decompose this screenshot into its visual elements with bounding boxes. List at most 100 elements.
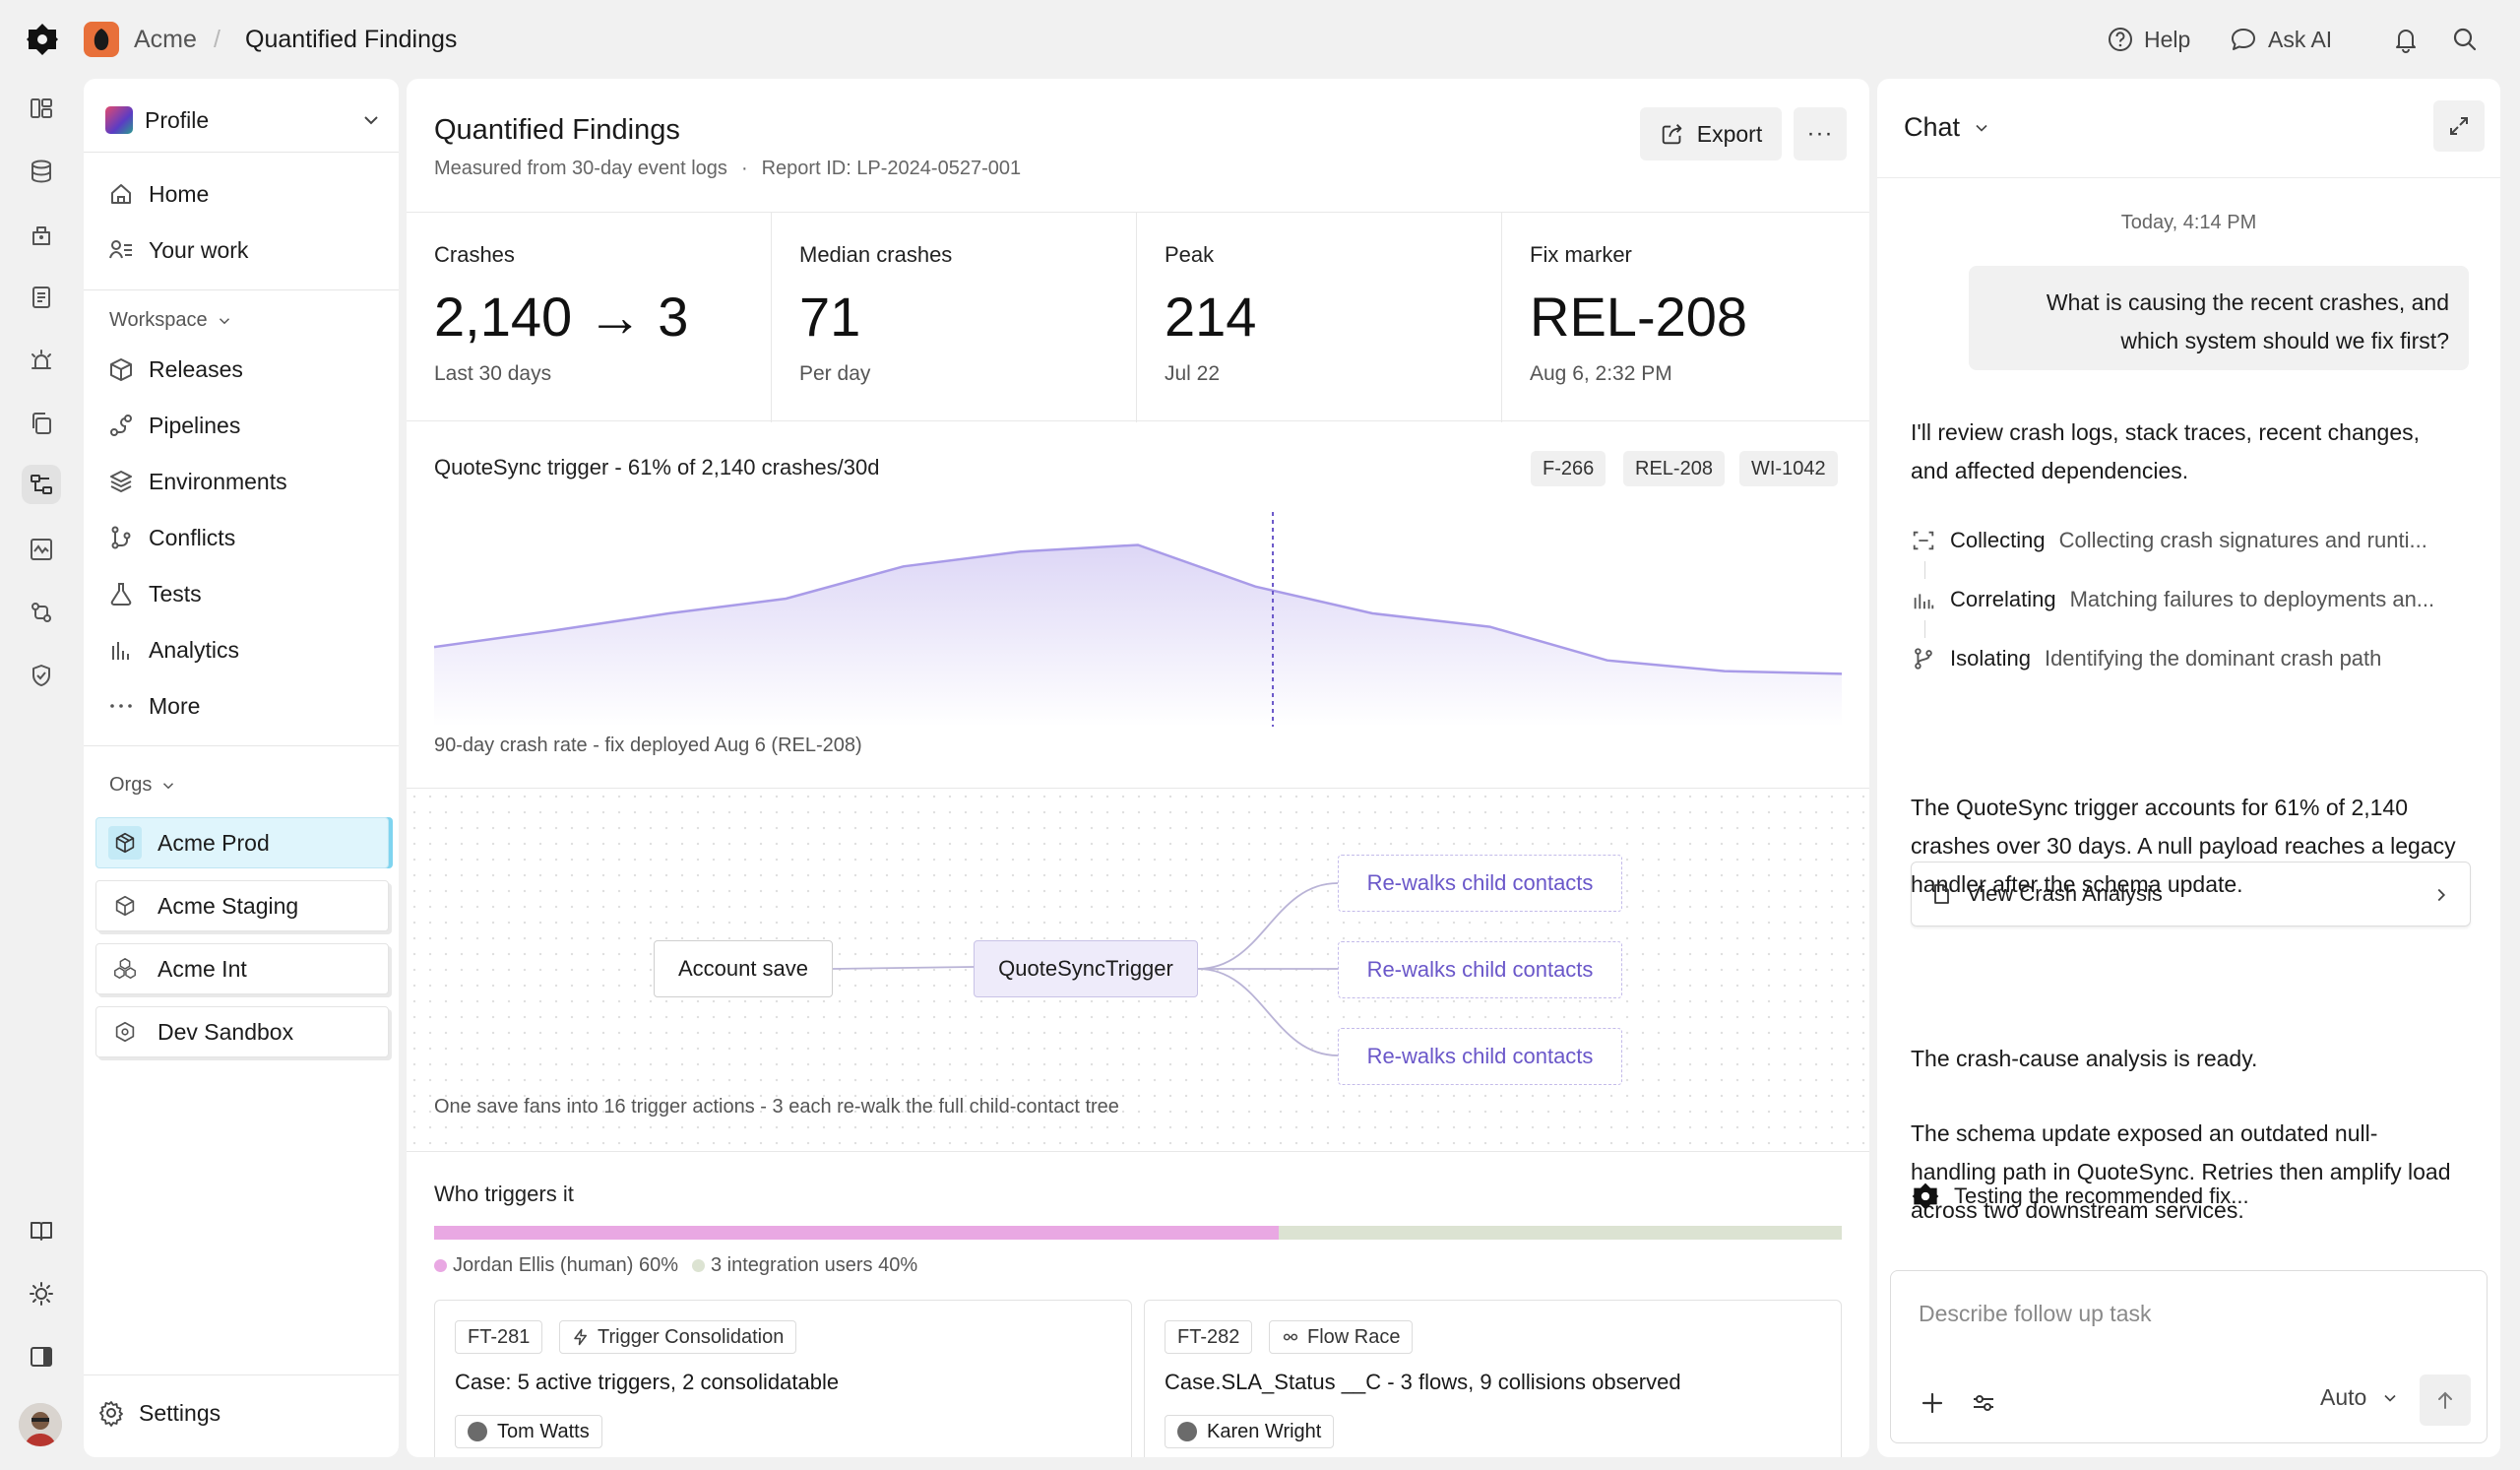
rail-alert-icon[interactable] [22,341,61,380]
bar-chart-icon [112,642,129,660]
flow-node-target[interactable]: Re-walks child contacts [1338,1028,1622,1085]
nav-conflicts[interactable]: Conflicts [107,519,235,556]
rail-database-icon[interactable] [22,152,61,191]
follow-up-input[interactable]: Describe follow up task [1919,1301,2152,1327]
breadcrumb-separator: / [214,26,220,53]
connector-line [1197,882,1339,970]
nav-pipelines[interactable]: Pipelines [107,407,240,444]
rail-theme-sun-icon[interactable] [22,1274,61,1313]
help-button[interactable]: Help [2107,22,2190,57]
user-list-icon [109,240,132,259]
breadcrumb-org[interactable]: Acme [134,26,197,54]
step-detail: Matching failures to deployments an... [2069,587,2435,611]
nav-more[interactable]: More [107,687,200,725]
divider [84,289,399,290]
nav-tests[interactable]: Tests [107,575,202,612]
nav-releases-label: Releases [149,355,243,382]
sidebar: Profile Home Your work Workspace Release… [84,79,399,1457]
org-logo-icon[interactable] [84,22,119,57]
rail-book-icon[interactable] [22,1211,61,1250]
org-item-acme-staging[interactable]: Acme Staging [95,880,389,931]
nav-tests-label: Tests [149,580,202,607]
finding-id-chip[interactable]: FT-281 [455,1320,543,1354]
view-crash-analysis-link[interactable]: View Crash Analysis [1911,862,2471,927]
stat-value: 2,140 → 3 [434,286,689,348]
finding-id-chip[interactable]: FT-282 [1165,1320,1253,1354]
rail-git-compare-icon[interactable] [22,593,61,632]
legend-dot [434,1259,447,1272]
chat-title-dropdown[interactable]: Chat [1904,112,1991,143]
finding-card[interactable]: FT-282 Flow Race Case.SLA_Status __C - 3… [1144,1300,1842,1457]
chevron-down-icon [219,317,229,324]
assistant-explanation: The schema update exposed an outdated nu… [1911,1120,2451,1223]
tag-chip[interactable]: REL-208 [1623,451,1725,486]
finding-card[interactable]: FT-281 Trigger Consolidation Case: 5 act… [434,1300,1132,1457]
rail-activity-icon[interactable] [22,530,61,569]
nav-your-work[interactable]: Your work [107,231,248,269]
flow-node-account-save[interactable]: Account save [654,940,833,997]
flow-caption: One save fans into 16 trigger actions - … [434,1096,1119,1118]
profile-switcher[interactable]: Profile [105,100,385,140]
mode-select[interactable]: Auto [2320,1384,2400,1411]
app-logo-icon[interactable] [25,22,60,57]
flow-node-target[interactable]: Re-walks child contacts [1338,941,1622,998]
chevron-down-icon [1976,124,1987,132]
org-item-acme-int[interactable]: Acme Int [95,943,389,994]
more-options-button[interactable]: ··· [1794,107,1847,160]
plus-icon[interactable] [1919,1389,1946,1417]
flow-node-quotesync-trigger[interactable]: QuoteSyncTrigger [974,940,1198,997]
rail-package-icon[interactable] [22,215,61,254]
pipeline-icon [110,415,132,436]
org-item-label: Acme Staging [158,892,299,919]
chat-bubble-icon [2232,29,2255,50]
gear-icon [99,1401,123,1427]
divider [84,1374,399,1375]
assignee-chip[interactable]: Karen Wright [1165,1415,1335,1448]
user-avatar[interactable] [19,1403,62,1446]
rail-panel-toggle-icon[interactable] [22,1337,61,1376]
export-button[interactable]: Export [1640,107,1782,160]
rail-shield-check-icon[interactable] [22,656,61,695]
chat-composer[interactable]: Describe follow up task Auto [1890,1270,2488,1443]
nav-environments[interactable]: Environments [107,463,287,500]
stat-crashes: Crashes 2,140 → 3 Last 30 days [407,213,772,422]
sandbox-cube-icon [108,1015,142,1049]
org-item-label: Acme Prod [158,829,270,856]
export-label: Export [1696,120,1763,147]
finding-kind-chip[interactable]: Flow Race [1269,1320,1414,1354]
lightning-icon [574,1328,587,1346]
sliders-icon[interactable] [1970,1389,1997,1417]
assignee-chip[interactable]: Tom Watts [455,1415,602,1448]
org-item-dev-sandbox[interactable]: Dev Sandbox [95,1006,389,1057]
notifications-bell-icon[interactable] [2390,24,2422,55]
tag-chip[interactable]: F-266 [1531,451,1606,486]
divider [84,745,399,746]
user-message: What is causing the recent crashes, and … [1969,266,2469,370]
rail-document-icon[interactable] [22,278,61,317]
rail-findings-icon[interactable] [22,465,61,504]
assistant-intro: I'll review crash logs, stack traces, re… [1911,419,2420,483]
breadcrumb-page[interactable]: Quantified Findings [245,26,457,54]
nav-releases[interactable]: Releases [107,351,243,388]
orgs-section-toggle[interactable]: Orgs [109,774,177,797]
rail-copy-icon[interactable] [22,404,61,443]
nav-home[interactable]: Home [107,175,209,213]
expand-button[interactable] [2433,100,2485,152]
orgs-label: Orgs [109,774,153,796]
search-icon[interactable] [2449,24,2481,55]
ask-ai-button[interactable]: Ask AI [2229,22,2332,57]
rail-dashboard-icon[interactable] [22,89,61,128]
home-icon [111,184,131,204]
stat-caption: Last 30 days [434,362,552,385]
document-icon [1934,884,1949,904]
nav-settings[interactable]: Settings [97,1394,220,1432]
nav-analytics[interactable]: Analytics [107,631,239,669]
tag-chip[interactable]: WI-1042 [1739,451,1838,486]
git-branch-icon [1915,648,1932,670]
flow-node-target[interactable]: Re-walks child contacts [1338,855,1622,912]
box-icon [110,358,132,381]
workspace-section-toggle[interactable]: Workspace [109,309,233,332]
finding-kind-chip[interactable]: Trigger Consolidation [559,1320,797,1354]
org-item-acme-prod[interactable]: Acme Prod [95,817,389,868]
send-button[interactable] [2420,1374,2471,1426]
